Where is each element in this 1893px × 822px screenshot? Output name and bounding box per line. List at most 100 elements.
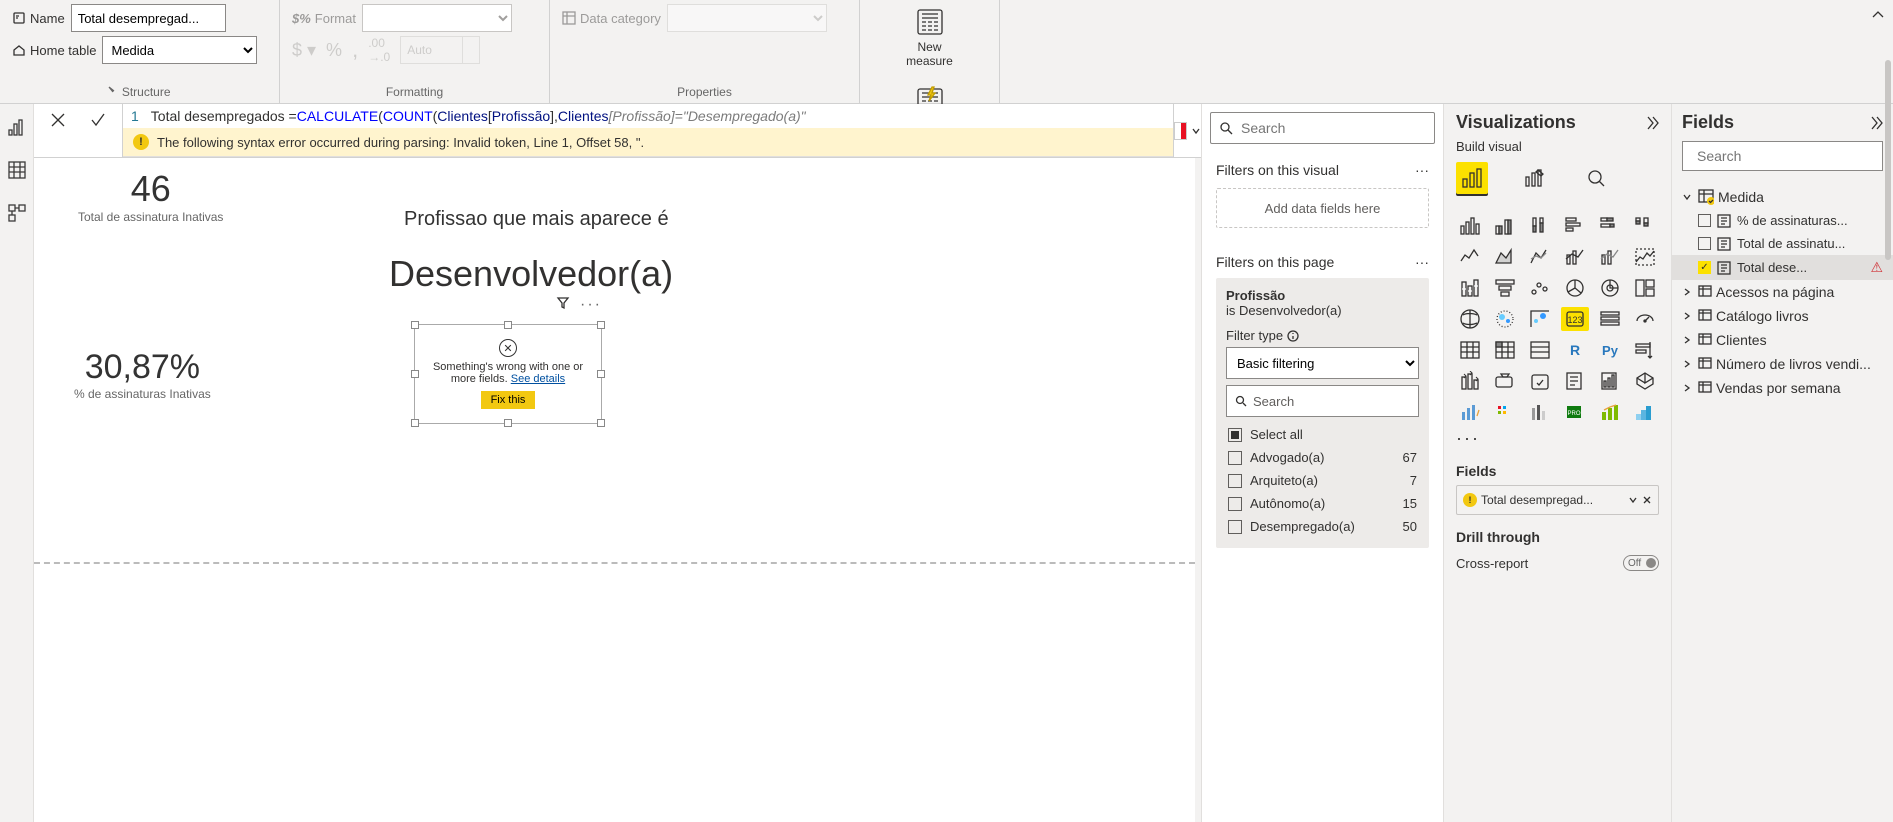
new-measure-button[interactable]: New measure xyxy=(872,4,987,71)
filters-search-input[interactable] xyxy=(1241,120,1426,136)
decimal-places-input[interactable]: Auto xyxy=(400,36,480,64)
more-icon[interactable]: ··· xyxy=(1415,254,1429,270)
filter-type-select[interactable]: Basic filtering xyxy=(1226,347,1419,379)
filter-value-row[interactable]: Desempregado(a)50 xyxy=(1226,515,1419,538)
more-icon[interactable]: ··· xyxy=(1415,162,1429,178)
viz-type-6[interactable] xyxy=(1456,245,1484,269)
filter-value-row[interactable]: Select all xyxy=(1226,423,1419,446)
chevron-down-icon[interactable] xyxy=(1628,495,1638,505)
model-view-icon[interactable] xyxy=(8,204,26,225)
more-visuals-icon[interactable]: ··· xyxy=(1456,428,1659,449)
fields-search[interactable] xyxy=(1682,141,1883,171)
filters-search[interactable] xyxy=(1210,112,1435,144)
analytics-tab[interactable] xyxy=(1580,162,1612,194)
remove-field-icon[interactable] xyxy=(1642,495,1652,505)
viz-type-24[interactable] xyxy=(1456,338,1484,362)
table-catálogo-livros[interactable]: Catálogo livros xyxy=(1672,304,1893,328)
field-item[interactable]: % de assinaturas... xyxy=(1672,209,1893,232)
cancel-formula-icon[interactable] xyxy=(46,108,70,132)
see-details-link[interactable]: See details xyxy=(511,373,565,385)
viz-type-29[interactable] xyxy=(1631,338,1659,362)
table-medida[interactable]: Medida xyxy=(1672,185,1893,209)
viz-type-36[interactable] xyxy=(1456,400,1484,424)
comma-icon[interactable]: , xyxy=(352,37,358,63)
viz-type-12[interactable] xyxy=(1456,276,1484,300)
viz-type-4[interactable] xyxy=(1596,214,1624,238)
viz-type-33[interactable] xyxy=(1561,369,1589,393)
viz-type-25[interactable] xyxy=(1491,338,1519,362)
expand-formula-icon[interactable] xyxy=(1191,126,1201,136)
viz-type-15[interactable] xyxy=(1561,276,1589,300)
viz-type-18[interactable] xyxy=(1456,307,1484,331)
table-vendas-por-semana[interactable]: Vendas por semana xyxy=(1672,376,1893,400)
filter-value-search[interactable]: Search xyxy=(1226,385,1419,417)
viz-type-14[interactable] xyxy=(1526,276,1554,300)
viz-type-37[interactable] xyxy=(1491,400,1519,424)
viz-type-13[interactable] xyxy=(1491,276,1519,300)
error-visual[interactable]: ✕ Something's wrong with one or more fie… xyxy=(414,324,602,424)
decimal-icon[interactable]: .00→.0 xyxy=(368,36,390,64)
viz-type-30[interactable] xyxy=(1456,369,1484,393)
viz-type-19[interactable] xyxy=(1491,307,1519,331)
table-acessos-na-página[interactable]: Acessos na página xyxy=(1672,280,1893,304)
viz-type-40[interactable] xyxy=(1596,400,1624,424)
viz-type-17[interactable] xyxy=(1631,276,1659,300)
viz-type-16[interactable] xyxy=(1596,276,1624,300)
cross-report-toggle[interactable]: Off xyxy=(1623,555,1659,571)
collapse-pane-icon[interactable] xyxy=(1643,115,1659,131)
more-options-icon[interactable]: ··· xyxy=(580,296,602,314)
formula-editor[interactable]: 1 Total desempregados = CALCULATE ( COUN… xyxy=(123,104,1173,128)
viz-type-22[interactable] xyxy=(1596,307,1624,331)
viz-type-11[interactable] xyxy=(1631,245,1659,269)
viz-type-41[interactable] xyxy=(1631,400,1659,424)
viz-type-10[interactable] xyxy=(1596,245,1624,269)
viz-type-3[interactable] xyxy=(1561,214,1589,238)
viz-type-7[interactable] xyxy=(1491,245,1519,269)
viz-type-0[interactable] xyxy=(1456,214,1484,238)
build-visual-tab[interactable] xyxy=(1456,162,1488,194)
home-table-select[interactable]: Medida xyxy=(102,36,257,64)
fix-this-button[interactable]: Fix this xyxy=(481,391,536,409)
filter-value-row[interactable]: Advogado(a)67 xyxy=(1226,446,1419,469)
field-well[interactable]: ! Total desempregad... xyxy=(1456,485,1659,515)
table-número-de-livros-vendi...[interactable]: Número de livros vendi... xyxy=(1672,352,1893,376)
measure-name-input[interactable] xyxy=(71,4,226,32)
currency-icon[interactable]: $ ▾ xyxy=(292,40,316,61)
format-visual-tab[interactable] xyxy=(1518,162,1550,194)
table-clientes[interactable]: Clientes xyxy=(1672,328,1893,352)
viz-type-8[interactable] xyxy=(1526,245,1554,269)
collapse-pane-icon[interactable] xyxy=(1867,115,1883,131)
field-item[interactable]: Total de assinatu... xyxy=(1672,232,1893,255)
viz-type-2[interactable] xyxy=(1526,214,1554,238)
fields-search-input[interactable] xyxy=(1697,148,1878,164)
report-view-icon[interactable] xyxy=(8,118,26,139)
viz-type-9[interactable] xyxy=(1561,245,1589,269)
viz-type-39[interactable]: PRO xyxy=(1561,400,1589,424)
format-select[interactable] xyxy=(362,4,512,32)
viz-type-27[interactable]: R xyxy=(1561,338,1589,362)
filter-value-row[interactable]: Autônomo(a)15 xyxy=(1226,492,1419,515)
field-item[interactable]: Total dese...⚠ xyxy=(1672,255,1893,280)
close-icon[interactable]: ✕ xyxy=(499,339,517,357)
add-fields-well[interactable]: Add data fields here xyxy=(1216,188,1429,228)
report-canvas[interactable]: 46 Total de assinatura Inativas Profissa… xyxy=(34,158,1195,822)
viz-type-26[interactable] xyxy=(1526,338,1554,362)
filter-icon[interactable] xyxy=(556,296,570,310)
viz-type-21[interactable]: 123 xyxy=(1561,307,1589,331)
viz-type-35[interactable] xyxy=(1631,369,1659,393)
percent-icon[interactable]: % xyxy=(326,40,342,61)
viz-type-20[interactable] xyxy=(1526,307,1554,331)
filter-value-row[interactable]: Arquiteto(a)7 xyxy=(1226,469,1419,492)
data-category-select[interactable] xyxy=(667,4,827,32)
collapse-ribbon-icon[interactable] xyxy=(1863,0,1893,33)
viz-type-5[interactable] xyxy=(1631,214,1659,238)
viz-type-1[interactable] xyxy=(1491,214,1519,238)
commit-formula-icon[interactable] xyxy=(86,108,110,132)
viz-type-38[interactable] xyxy=(1526,400,1554,424)
data-view-icon[interactable] xyxy=(8,161,26,182)
viz-type-23[interactable] xyxy=(1631,307,1659,331)
viz-type-32[interactable] xyxy=(1526,369,1554,393)
viz-type-28[interactable]: Py xyxy=(1596,338,1624,362)
viz-type-34[interactable] xyxy=(1596,369,1624,393)
viz-type-31[interactable] xyxy=(1491,369,1519,393)
